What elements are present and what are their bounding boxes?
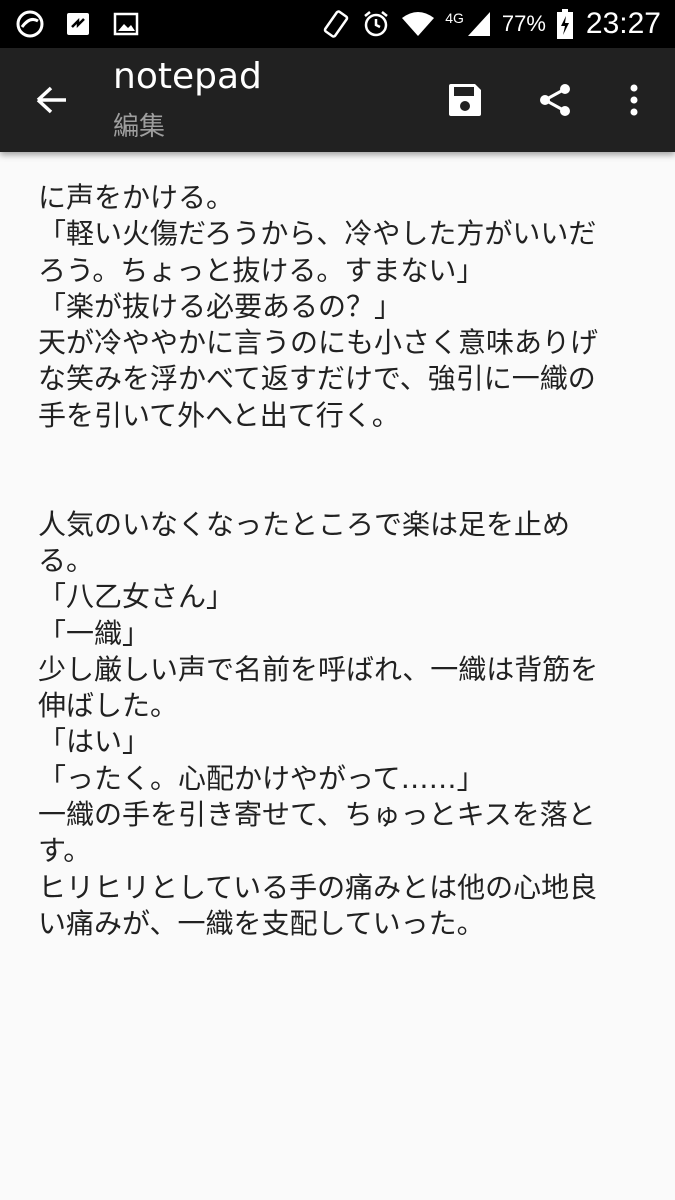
text-line: 「ったく。心配かけやがって……」 bbox=[38, 761, 485, 795]
share-button[interactable] bbox=[531, 76, 579, 124]
more-options-button[interactable] bbox=[610, 76, 658, 124]
status-time: 23:27 bbox=[585, 7, 661, 40]
app-title: notepad bbox=[113, 56, 262, 97]
app-notification-icon bbox=[16, 10, 44, 38]
back-button[interactable] bbox=[28, 76, 76, 124]
text-line: 人気のいなくなったところで楽は足を止め bbox=[38, 507, 571, 541]
note-editor[interactable]: に声をかける。 「軽い火傷だろうから、冷やした方がいいだ ろう。ちょっと抜ける。… bbox=[38, 180, 650, 942]
image-icon bbox=[112, 10, 140, 38]
text-line: ろう。ちょっと抜ける。すまない」 bbox=[38, 253, 485, 287]
text-line: 手を引いて外へと出て行く。 bbox=[38, 398, 400, 432]
share-icon bbox=[540, 84, 570, 116]
text-line: す。 bbox=[38, 834, 92, 868]
text-line: 「軽い火傷だろうから、冷やした方がいいだ bbox=[38, 217, 597, 251]
wifi-icon bbox=[401, 10, 435, 38]
network-type: 4G bbox=[445, 10, 464, 26]
text-line: 「一織」 bbox=[38, 616, 151, 650]
text-line: 一織の手を引き寄せて、ちゅっとキスを落と bbox=[38, 798, 596, 832]
save-button[interactable] bbox=[441, 76, 489, 124]
text-line: い痛みが、一織を支配していった。 bbox=[38, 906, 485, 940]
transfer-icon bbox=[64, 10, 92, 38]
battery-charging-icon bbox=[556, 8, 574, 40]
battery-percent: 77% bbox=[501, 11, 546, 36]
text-line: 伸ばした。 bbox=[38, 689, 179, 723]
text-line: る。 bbox=[38, 543, 95, 577]
more-vert-icon bbox=[630, 84, 638, 116]
signal-icon: 4G bbox=[445, 10, 492, 38]
text-line: に声をかける。 bbox=[38, 181, 235, 214]
rotate-icon bbox=[321, 9, 351, 39]
text-line: 「楽が抜ける必要あるの？」 bbox=[38, 289, 403, 323]
save-icon bbox=[449, 84, 481, 116]
app-subtitle: 編集 bbox=[113, 112, 166, 142]
text-line: 少し厳しい声で名前を呼ばれ、一織は背筋を bbox=[38, 652, 599, 686]
text-line: 天が冷ややかに言うのにも小さく意味ありげ bbox=[38, 326, 599, 360]
back-arrow-icon bbox=[36, 86, 66, 114]
status-bar-right: 4G 77% 23:27 bbox=[311, 7, 661, 41]
text-line: ヒリヒリとしている手の痛みとは他の心地良 bbox=[38, 870, 598, 904]
text-line: な笑みを浮かべて返すだけで、強引に一織の bbox=[38, 362, 596, 396]
status-bar-left bbox=[16, 10, 160, 38]
alarm-icon bbox=[361, 9, 391, 39]
text-line: 「はい」 bbox=[38, 725, 151, 759]
status-bar: 4G 77% 23:27 bbox=[0, 0, 675, 48]
app-bar: notepad 編集 bbox=[0, 48, 675, 152]
text-line: 「八乙女さん」 bbox=[38, 580, 235, 614]
